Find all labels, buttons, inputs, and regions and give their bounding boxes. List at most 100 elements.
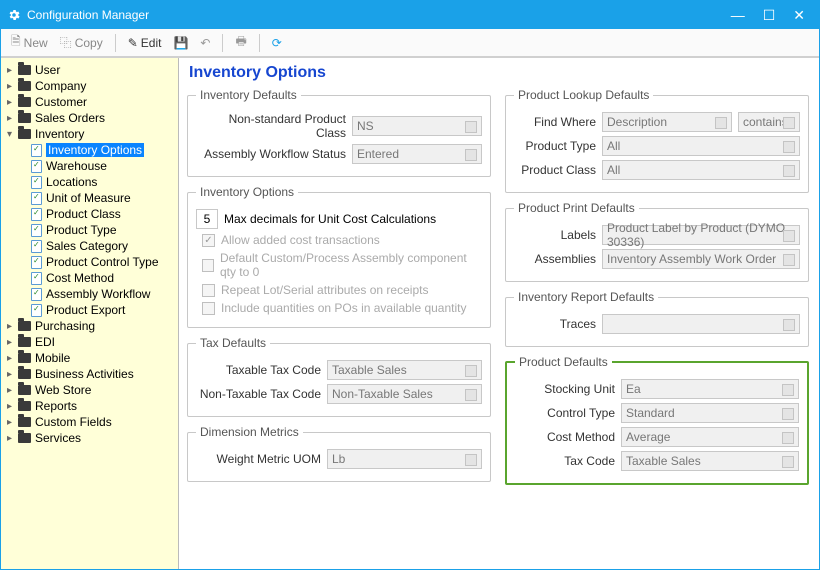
labels-select[interactable]: Product Label by Product (DYMO 30336) <box>602 225 800 245</box>
control-type-select[interactable]: Standard <box>621 403 799 423</box>
tree-item[interactable]: Product Control Type <box>3 254 176 270</box>
save-button[interactable]: 💾 <box>169 34 192 52</box>
separator <box>259 34 260 52</box>
page-icon <box>31 192 42 205</box>
page-icon <box>31 256 42 269</box>
find-where-field-select[interactable]: Description <box>602 112 732 132</box>
product-type-select[interactable]: All <box>602 136 800 156</box>
close-button[interactable]: ✕ <box>793 7 805 24</box>
expander-icon[interactable]: ▸ <box>5 417 14 428</box>
tree-item[interactable]: Assembly Workflow <box>3 286 176 302</box>
traces-select[interactable] <box>602 314 800 334</box>
separator <box>222 34 223 52</box>
tree-folder[interactable]: ▸User <box>3 62 176 78</box>
edit-button[interactable]: ✎Edit <box>124 34 166 52</box>
page-icon <box>31 144 42 157</box>
print-button[interactable]: 🖶 <box>231 30 250 55</box>
gear-icon <box>7 8 21 22</box>
tree-item[interactable]: Inventory Options <box>3 142 176 158</box>
folder-icon <box>18 65 31 75</box>
folder-icon <box>18 129 31 139</box>
tree-folder[interactable]: ▸Services <box>3 430 176 446</box>
new-icon: 🗎 <box>11 32 21 53</box>
content-panel: Inventory Options Inventory Defaults Non… <box>179 58 819 569</box>
taxable-tax-code-select[interactable]: Taxable Sales <box>327 360 482 380</box>
folder-icon <box>18 433 31 443</box>
inventory-report-defaults-group: Inventory Report Defaults Traces <box>505 290 809 347</box>
window-title: Configuration Manager <box>27 8 149 22</box>
separator <box>115 34 116 52</box>
app-window: Configuration Manager — ☐ ✕ 🗎New ⿻Copy ✎… <box>0 0 820 570</box>
page-icon <box>31 272 42 285</box>
tree-item[interactable]: Unit of Measure <box>3 190 176 206</box>
expander-icon[interactable]: ▸ <box>5 65 14 76</box>
dimension-metrics-group: Dimension Metrics Weight Metric UOMLb <box>187 425 491 482</box>
product-class-select[interactable]: All <box>602 160 800 180</box>
tree-folder[interactable]: ▸Mobile <box>3 350 176 366</box>
expander-icon[interactable]: ▸ <box>5 385 14 396</box>
folder-icon <box>18 353 31 363</box>
weight-metric-uom-select[interactable]: Lb <box>327 449 482 469</box>
page-icon <box>31 224 42 237</box>
expander-icon[interactable]: ▸ <box>5 97 14 108</box>
expander-icon[interactable]: ▸ <box>5 353 14 364</box>
tree-item[interactable]: Locations <box>3 174 176 190</box>
toolbar: 🗎New ⿻Copy ✎Edit 💾 ↶ 🖶 ⟳ <box>1 29 819 57</box>
tax-code-select[interactable]: Taxable Sales <box>621 451 799 471</box>
expander-icon[interactable]: ▸ <box>5 113 14 124</box>
tree-folder[interactable]: ▸Web Store <box>3 382 176 398</box>
allow-added-cost-checkbox[interactable]: Allow added cost transactions <box>202 233 482 247</box>
tree-item[interactable]: Cost Method <box>3 270 176 286</box>
folder-icon <box>18 369 31 379</box>
expander-icon[interactable]: ▸ <box>5 369 14 380</box>
folder-icon <box>18 385 31 395</box>
expander-icon[interactable]: ▾ <box>5 129 14 140</box>
expander-icon[interactable]: ▸ <box>5 433 14 444</box>
tree-item[interactable]: Product Class <box>3 206 176 222</box>
folder-icon <box>18 81 31 91</box>
max-decimals-input[interactable] <box>196 209 218 229</box>
default-assembly-qty-checkbox[interactable]: Default Custom/Process Assembly componen… <box>202 251 482 279</box>
tree-folder[interactable]: ▸Sales Orders <box>3 110 176 126</box>
find-where-op-select[interactable]: contains <box>738 112 800 132</box>
maximize-button[interactable]: ☐ <box>763 7 776 24</box>
refresh-button[interactable]: ⟳ <box>268 34 286 52</box>
folder-icon <box>18 113 31 123</box>
tree-folder[interactable]: ▸Business Activities <box>3 366 176 382</box>
nonstd-product-class-select[interactable]: NS <box>352 116 482 136</box>
repeat-lot-serial-checkbox[interactable]: Repeat Lot/Serial attributes on receipts <box>202 283 482 297</box>
tree-folder[interactable]: ▾Inventory <box>3 126 176 142</box>
folder-icon <box>18 337 31 347</box>
tree-folder[interactable]: ▸Purchasing <box>3 318 176 334</box>
tree-folder[interactable]: ▸Customer <box>3 94 176 110</box>
tree-item[interactable]: Sales Category <box>3 238 176 254</box>
expander-icon[interactable]: ▸ <box>5 321 14 332</box>
assembly-workflow-status-select[interactable]: Entered <box>352 144 482 164</box>
tree-folder[interactable]: ▸Custom Fields <box>3 414 176 430</box>
inventory-defaults-group: Inventory Defaults Non-standard Product … <box>187 88 491 177</box>
copy-button[interactable]: ⿻Copy <box>56 32 107 53</box>
stocking-unit-select[interactable]: Ea <box>621 379 799 399</box>
expander-icon[interactable]: ▸ <box>5 401 14 412</box>
nav-tree[interactable]: ▸User▸Company▸Customer▸Sales Orders▾Inve… <box>1 58 179 569</box>
tree-folder[interactable]: ▸Reports <box>3 398 176 414</box>
page-icon <box>31 240 42 253</box>
expander-icon[interactable]: ▸ <box>5 337 14 348</box>
tree-item[interactable]: Product Export <box>3 302 176 318</box>
product-lookup-defaults-group: Product Lookup Defaults Find WhereDescri… <box>505 88 809 193</box>
expander-icon[interactable]: ▸ <box>5 81 14 92</box>
page-icon <box>31 288 42 301</box>
minimize-button[interactable]: — <box>731 7 745 24</box>
include-po-qty-checkbox[interactable]: Include quantities on POs in available q… <box>202 301 482 315</box>
tree-folder[interactable]: ▸Company <box>3 78 176 94</box>
folder-icon <box>18 97 31 107</box>
tree-folder[interactable]: ▸EDI <box>3 334 176 350</box>
tree-item[interactable]: Warehouse <box>3 158 176 174</box>
assemblies-select[interactable]: Inventory Assembly Work Order <box>602 249 800 269</box>
tax-defaults-group: Tax Defaults Taxable Tax CodeTaxable Sal… <box>187 336 491 417</box>
undo-button[interactable]: ↶ <box>196 34 214 52</box>
tree-item[interactable]: Product Type <box>3 222 176 238</box>
non-taxable-tax-code-select[interactable]: Non-Taxable Sales <box>327 384 482 404</box>
cost-method-select[interactable]: Average <box>621 427 799 447</box>
new-button[interactable]: 🗎New <box>7 30 52 55</box>
